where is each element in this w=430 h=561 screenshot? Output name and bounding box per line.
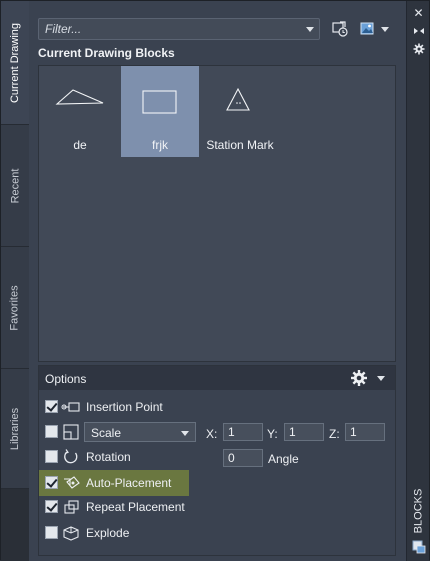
scale-z-input[interactable]: 1 xyxy=(345,423,385,441)
scale-mode-select[interactable]: Scale xyxy=(84,422,196,442)
option-explode[interactable]: Explode xyxy=(39,522,395,544)
palette-title-text: BLOCKS xyxy=(412,488,425,534)
tab-libraries[interactable]: Libraries xyxy=(1,369,29,489)
repeat-placement-checkbox[interactable] xyxy=(45,500,58,513)
tab-label: Favorites xyxy=(9,284,21,331)
tab-label: Current Drawing xyxy=(9,22,21,103)
gear-icon xyxy=(413,43,424,55)
insertion-point-icon xyxy=(61,402,80,412)
option-label: Repeat Placement xyxy=(86,500,185,514)
rotation-icon xyxy=(64,449,78,464)
tab-recent[interactable]: Recent xyxy=(1,125,29,247)
palette-tabs: Current Drawing Recent Favorites Librari… xyxy=(1,1,29,489)
options-header[interactable]: Options xyxy=(39,366,395,390)
block-tile-de[interactable]: de xyxy=(41,66,119,157)
repeat-placement-icon xyxy=(64,500,79,514)
chevron-down-icon xyxy=(380,26,389,32)
explode-checkbox[interactable] xyxy=(45,526,58,539)
option-label: Rotation xyxy=(86,450,131,464)
auto-hide-icon[interactable] xyxy=(411,24,426,38)
auto-placement-icon xyxy=(64,476,80,489)
option-label: Insertion Point xyxy=(86,400,163,414)
option-auto-placement[interactable]: Auto-Placement xyxy=(39,472,395,494)
option-repeat-placement[interactable]: Repeat Placement xyxy=(39,496,395,518)
triangle-block-icon xyxy=(55,89,104,105)
block-gallery: de frjk Station Mark xyxy=(38,65,396,362)
block-name: de xyxy=(73,138,87,152)
block-name: frjk xyxy=(152,138,168,152)
main-panel: Current Drawing Blocks de frjk xyxy=(29,1,408,561)
import-block-button[interactable] xyxy=(329,18,351,40)
insertion-point-checkbox[interactable] xyxy=(45,400,58,413)
chevron-down-icon[interactable] xyxy=(306,27,314,32)
filter-combo[interactable] xyxy=(38,18,320,40)
rotation-angle-input[interactable]: 0 xyxy=(223,449,263,467)
blocks-palette: Current Drawing Recent Favorites Librari… xyxy=(0,0,430,561)
auto-placement-checkbox[interactable] xyxy=(45,476,58,489)
image-view-icon xyxy=(360,22,373,35)
gear-icon[interactable] xyxy=(350,369,368,387)
option-rotation[interactable]: Rotation xyxy=(39,446,395,468)
scale-x-input[interactable]: 1 xyxy=(223,423,263,441)
angle-label: Angle xyxy=(268,452,299,466)
scale-icon xyxy=(63,424,79,440)
option-insertion-point[interactable]: Insertion Point xyxy=(39,396,395,418)
z-label: Z: xyxy=(329,427,340,441)
station-mark-icon xyxy=(226,87,250,111)
palette-title: BLOCKS xyxy=(411,488,425,534)
option-label: Explode xyxy=(86,526,130,540)
x-label: X: xyxy=(206,427,218,441)
chevron-down-icon[interactable] xyxy=(377,376,385,381)
tab-spacer xyxy=(1,489,29,561)
scale-checkbox[interactable] xyxy=(45,425,58,438)
tab-label: Libraries xyxy=(9,407,21,450)
option-label: Auto-Placement xyxy=(86,476,172,490)
properties-gear-icon[interactable] xyxy=(411,42,426,56)
chevron-down-icon xyxy=(181,431,189,436)
tab-favorites[interactable]: Favorites xyxy=(1,247,29,369)
tab-label: Recent xyxy=(9,168,22,203)
explode-icon xyxy=(63,526,79,541)
rotation-checkbox[interactable] xyxy=(45,450,58,463)
block-name: Station Mark xyxy=(206,138,274,152)
view-options-button[interactable] xyxy=(357,18,391,40)
scale-mode-value: Scale xyxy=(91,426,122,440)
options-panel: Options Insertion Point Scale X: 1 Y: 1 … xyxy=(38,365,396,556)
section-title: Current Drawing Blocks xyxy=(38,46,175,60)
rectangle-block-icon xyxy=(142,90,177,114)
scale-y-input[interactable]: 1 xyxy=(284,423,324,441)
palette-title-strip: ✕ BLOCKS xyxy=(406,1,429,561)
y-label: Y: xyxy=(267,427,278,441)
import-block-icon xyxy=(332,21,348,37)
block-palette-icon[interactable] xyxy=(411,540,426,554)
block-tile-frjk[interactable]: frjk xyxy=(121,66,199,157)
filter-input[interactable] xyxy=(45,22,295,36)
options-title: Options xyxy=(45,372,87,386)
block-tile-station-mark[interactable]: Station Mark xyxy=(201,66,279,157)
close-icon[interactable]: ✕ xyxy=(411,6,426,20)
auto-hide-icon xyxy=(413,28,424,34)
block-palette-icon xyxy=(412,540,425,554)
tab-current-drawing[interactable]: Current Drawing xyxy=(1,1,29,125)
